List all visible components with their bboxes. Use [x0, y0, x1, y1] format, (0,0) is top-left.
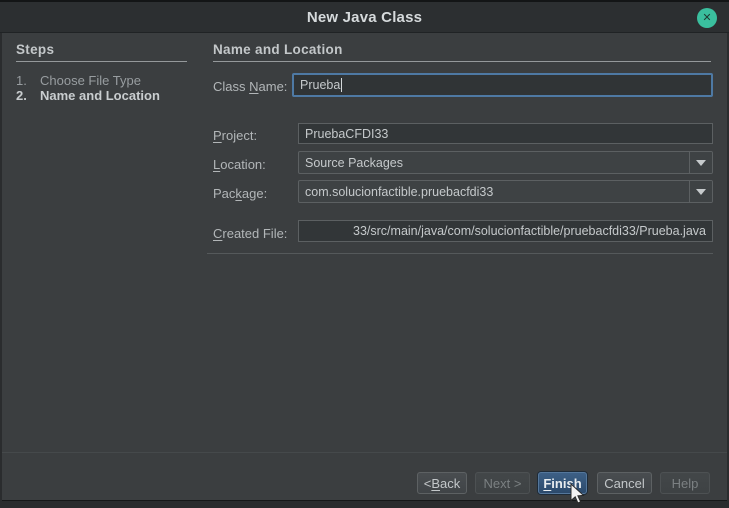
dialog-title: New Java Class: [307, 9, 422, 26]
button-label: ack: [440, 476, 460, 491]
chevron-down-icon: [696, 160, 706, 166]
help-button[interactable]: Help: [660, 472, 710, 494]
buttonbar-separator: [2, 452, 727, 453]
label-text: Class: [213, 79, 249, 94]
label-mnemonic: N: [249, 79, 258, 94]
label-text: reated File:: [222, 226, 287, 241]
label-text: Pac: [213, 186, 235, 201]
button-mnemonic: B: [431, 476, 440, 491]
step-item-choose-file-type: 1. Choose File Type: [16, 73, 141, 88]
location-label: Location:: [213, 157, 266, 172]
dialog-titlebar[interactable]: New Java Class ✕: [0, 0, 729, 33]
step-number: 1.: [16, 73, 40, 88]
created-file-value: 33/src/main/java/com/solucionfactible/pr…: [353, 224, 706, 238]
package-label: Package:: [213, 186, 267, 201]
package-value: com.solucionfactible.pruebacfdi33: [299, 185, 689, 199]
new-java-class-dialog: New Java Class ✕ Steps 1. Choose File Ty…: [0, 0, 729, 508]
dialog-content: Steps 1. Choose File Type 2. Name and Lo…: [2, 33, 727, 501]
package-combobox[interactable]: com.solucionfactible.pruebacfdi33: [298, 180, 713, 203]
created-file-field[interactable]: 33/src/main/java/com/solucionfactible/pr…: [298, 220, 713, 242]
step-number: 2.: [16, 88, 40, 103]
label-text: roject:: [222, 128, 257, 143]
project-label: Project:: [213, 128, 257, 143]
class-name-label: Class Name:: [213, 79, 287, 94]
steps-heading: Steps: [16, 42, 187, 62]
label-mnemonic: C: [213, 226, 222, 241]
close-button[interactable]: ✕: [697, 8, 717, 28]
cancel-button[interactable]: Cancel: [597, 472, 652, 494]
location-value: Source Packages: [299, 156, 689, 170]
created-file-label: Created File:: [213, 226, 287, 241]
button-mnemonic: F: [543, 476, 551, 491]
back-button[interactable]: < Back: [417, 472, 467, 494]
close-icon: ✕: [702, 13, 711, 24]
package-dropdown-button[interactable]: [689, 181, 712, 202]
project-value: PruebaCFDI33: [305, 127, 388, 141]
button-label: <: [424, 476, 432, 491]
label-text: age:: [242, 186, 267, 201]
button-label: inish: [551, 476, 581, 491]
label-text: ame:: [259, 79, 288, 94]
step-item-name-and-location: 2. Name and Location: [16, 88, 160, 103]
form-separator: [207, 253, 713, 254]
form-heading: Name and Location: [213, 42, 711, 62]
next-button: Next >: [475, 472, 530, 494]
label-text: ocation:: [220, 157, 266, 172]
button-label: Help: [672, 476, 699, 491]
step-label: Name and Location: [40, 88, 160, 103]
finish-button[interactable]: Finish: [538, 472, 587, 494]
class-name-input[interactable]: Prueba: [292, 73, 713, 97]
button-label: Next >: [484, 476, 522, 491]
button-label: Cancel: [604, 476, 644, 491]
location-combobox[interactable]: Source Packages: [298, 151, 713, 174]
project-field[interactable]: PruebaCFDI33: [298, 123, 713, 144]
class-name-value: Prueba: [300, 78, 340, 92]
step-label: Choose File Type: [40, 73, 141, 88]
text-caret: [341, 78, 342, 92]
location-dropdown-button[interactable]: [689, 152, 712, 173]
chevron-down-icon: [696, 189, 706, 195]
label-mnemonic: P: [213, 128, 222, 143]
